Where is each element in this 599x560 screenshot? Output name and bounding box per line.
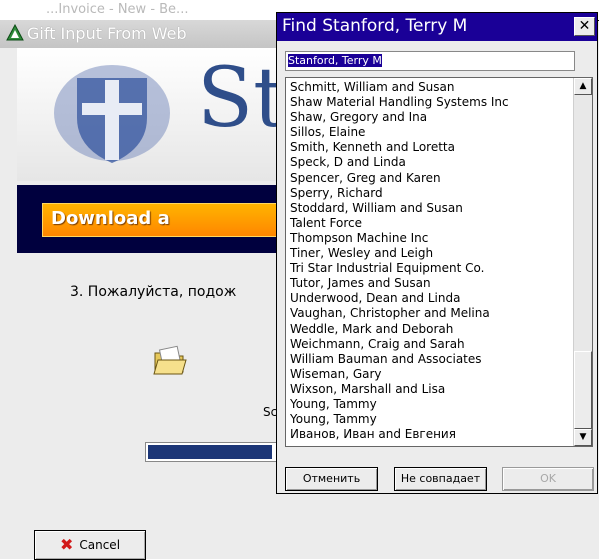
download-banner: Download a [17,185,304,253]
step-instruction-text: 3. Пожалуйста, подож [70,284,237,300]
list-item[interactable]: Weddle, Mark and Deborah [290,322,570,337]
cancel-x-icon: ✖ [59,535,74,554]
search-input-value: Stanford, Terry M [288,54,382,67]
no-match-label: Не совпадает [400,472,481,485]
list-item[interactable]: Shaw, Gregory and Ina [290,110,570,125]
list-item[interactable]: Wixson, Marshall and Lisa [290,382,570,397]
list-item[interactable]: Talent Force [290,216,570,231]
list-item[interactable]: Shaw Material Handling Systems Inc [290,95,570,110]
list-item[interactable]: Wiseman, Gary [290,367,570,382]
list-item[interactable]: Stoddard, William and Susan [290,201,570,216]
list-item[interactable]: Young, Tammy [290,397,570,412]
cancel-button[interactable]: ✖ Cancel [34,530,146,560]
dialog-title-bar[interactable]: Find Stanford, Terry M ✕ [277,13,597,41]
progress-bar [145,442,297,462]
download-button[interactable]: Download a [42,203,304,237]
close-icon[interactable]: ✕ [574,17,595,36]
search-input[interactable]: Stanford, Terry M [285,51,575,71]
results-list: Schmitt, William and Susan Shaw Material … [290,80,570,442]
background-top-strip-text: ...Invoice - New - Be... [46,2,189,17]
scrollbar-thumb[interactable] [574,351,592,429]
dialog-cancel-label: Отменить [302,472,361,485]
list-item[interactable]: Spencer, Greg and Karen [290,171,570,186]
list-item[interactable]: Tutor, James and Susan [290,276,570,291]
background-window-title: Gift Input From Web [27,24,187,43]
list-item[interactable]: Thompson Machine Inc [290,231,570,246]
background-title-bar: Gift Input From Web [0,20,290,48]
open-folder-icon [153,345,187,375]
download-button-label: Download a [51,208,170,229]
scroll-up-arrow-icon[interactable]: ▲ [574,78,592,95]
list-item[interactable]: Schmitt, William and Susan [290,80,570,95]
ok-label: OK [540,472,556,485]
progress-bar-fill [148,445,272,459]
dialog-cancel-button[interactable]: Отменить [285,467,378,491]
list-item[interactable]: Speck, D and Linda [290,155,570,170]
find-dialog: Find Stanford, Terry M ✕ Stanford, Terry… [276,12,598,494]
dialog-title: Find Stanford, Terry M [282,16,468,36]
list-item[interactable]: William Bauman and Associates [290,352,570,367]
list-item[interactable]: Smith, Kenneth and Loretta [290,140,570,155]
no-match-button[interactable]: Не совпадает [394,467,487,491]
list-item[interactable]: Weichmann, Craig and Sarah [290,337,570,352]
list-item[interactable]: Vaughan, Christopher and Melina [290,306,570,321]
list-item[interactable]: Young, Tammy [290,412,570,427]
scroll-down-arrow-icon[interactable]: ▼ [574,429,592,446]
list-item[interactable]: Иванов, Иван and Евгения [290,427,570,442]
cancel-button-label: Cancel [79,538,121,552]
list-item[interactable]: Sillos, Elaine [290,125,570,140]
shield-emblem-icon [54,65,170,163]
results-listbox[interactable]: Schmitt, William and Susan Shaw Material … [285,77,593,447]
app-icon [6,24,24,41]
list-item[interactable]: Sperry, Richard [290,186,570,201]
banner-title-text: St [197,51,287,146]
list-item[interactable]: Underwood, Dean and Linda [290,291,570,306]
vertical-scrollbar[interactable]: ▲ ▼ [573,78,592,446]
ok-button[interactable]: OK [502,467,594,491]
list-item[interactable]: Tiner, Wesley and Leigh [290,246,570,261]
banner-image: St [17,48,290,181]
list-item[interactable]: Tri Star Industrial Equipment Co. [290,261,570,276]
